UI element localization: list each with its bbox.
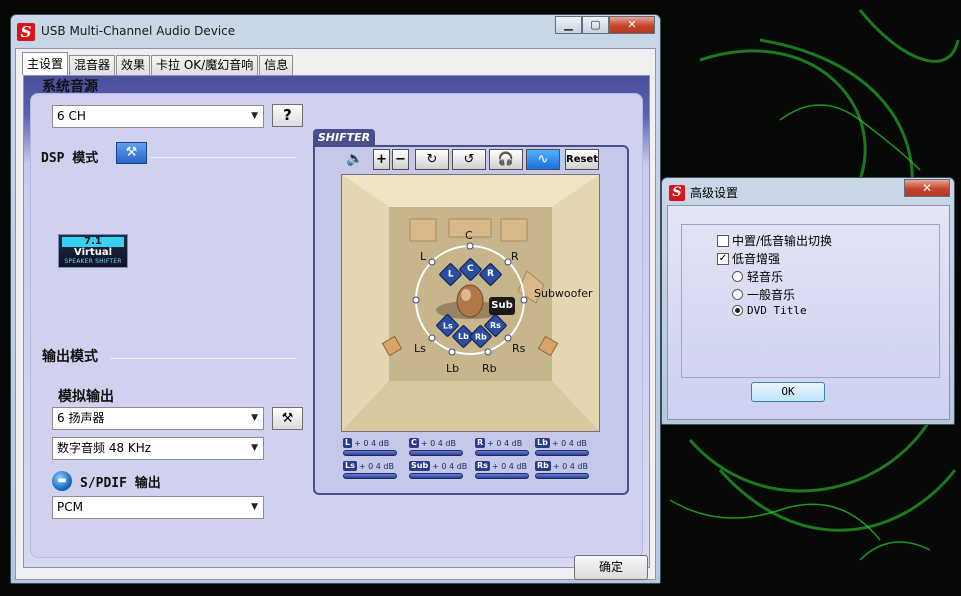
tab-karaoke[interactable]: 卡拉 OK/魔幻音响 bbox=[151, 55, 259, 75]
digital-audio-select[interactable]: 数字音频 48 KHz ▼ bbox=[52, 437, 264, 460]
channel-slider-sub[interactable]: Sub + 0 4 dB bbox=[409, 461, 467, 483]
divider bbox=[110, 358, 297, 359]
digital-audio-value: 数字音频 48 KHz bbox=[57, 441, 152, 455]
slider-track[interactable] bbox=[409, 450, 463, 456]
dsp-mode-heading: DSP 模式 bbox=[41, 151, 99, 166]
maximize-button[interactable]: ▢ bbox=[582, 16, 609, 34]
channel-slider-l[interactable]: L + 0 4 dB bbox=[343, 438, 399, 460]
rotate-clockwise-button[interactable]: ↻ bbox=[415, 149, 449, 170]
slider-track[interactable] bbox=[343, 473, 397, 479]
slider-track[interactable] bbox=[409, 473, 463, 479]
channel-slider-r[interactable]: R + 0 4 dB bbox=[475, 438, 531, 460]
option-dvd-title[interactable]: DVD Title bbox=[732, 304, 807, 317]
spdif-select[interactable]: PCM ▼ bbox=[52, 496, 264, 519]
title-bar[interactable]: S USB Multi-Channel Audio Device ▁ ▢ ✕ bbox=[11, 15, 660, 49]
spdif-value: PCM bbox=[57, 500, 83, 514]
channel-slider-rs[interactable]: Rs + 0 4 dB bbox=[475, 461, 531, 483]
zoom-in-button[interactable]: + bbox=[373, 149, 390, 170]
app-logo-icon: S bbox=[17, 23, 35, 41]
option-light-music[interactable]: 轻音乐 bbox=[732, 268, 783, 285]
speaker-volume-icon[interactable]: 🔈 bbox=[346, 151, 363, 167]
app-logo-icon: S bbox=[669, 185, 685, 201]
slider-track[interactable] bbox=[535, 473, 589, 479]
chevron-down-icon: ▼ bbox=[251, 111, 258, 121]
reset-button[interactable]: Reset bbox=[565, 149, 599, 170]
system-source-value: 6 CH bbox=[57, 109, 86, 123]
output-mode-heading: 输出模式 bbox=[42, 349, 98, 365]
speaker-label-lb: Lb bbox=[446, 362, 460, 375]
option-center-bass-swap[interactable]: 中置/低音输出切换 bbox=[717, 232, 832, 249]
advanced-settings-button[interactable]: ⚒ bbox=[272, 407, 303, 430]
caption-buttons: ▁ ▢ ✕ bbox=[555, 16, 655, 34]
node-sub[interactable]: Sub bbox=[489, 297, 515, 315]
close-button[interactable]: ✕ bbox=[609, 16, 655, 34]
chevron-down-icon: ▼ bbox=[251, 502, 258, 512]
tab-effects[interactable]: 效果 bbox=[116, 55, 151, 75]
speaker-label-c: C bbox=[465, 229, 473, 242]
radio-button[interactable] bbox=[732, 289, 743, 300]
hammer-icon: ⚒ bbox=[281, 411, 294, 426]
speaker-label-r: R bbox=[511, 250, 519, 263]
spdif-icon[interactable]: ▬ bbox=[52, 471, 72, 491]
zoom-out-button[interactable]: − bbox=[392, 149, 409, 170]
wave-mode-button[interactable]: ∿ bbox=[526, 149, 560, 170]
system-source-heading: 系统音源 bbox=[42, 79, 98, 95]
channel-slider-rb[interactable]: Rb + 0 4 dB bbox=[535, 461, 591, 483]
spdif-output-heading: S/PDIF 输出 bbox=[80, 476, 161, 491]
checkbox-checked[interactable]: ✓ bbox=[717, 252, 729, 265]
option-general-music[interactable]: 一般音乐 bbox=[732, 286, 795, 303]
checkbox[interactable] bbox=[717, 234, 729, 247]
rotate-cw-icon: ↻ bbox=[426, 152, 438, 167]
minimize-button[interactable]: ▁ bbox=[555, 16, 582, 34]
divider bbox=[150, 157, 297, 158]
headphone-icon: 🎧 bbox=[497, 152, 515, 167]
system-source-select[interactable]: 6 CH ▼ bbox=[52, 105, 264, 128]
analog-output-heading: 模拟输出 bbox=[58, 389, 114, 405]
radio-button[interactable] bbox=[732, 271, 743, 282]
room-graphic bbox=[342, 175, 599, 431]
slider-track[interactable] bbox=[475, 473, 529, 479]
tab-info[interactable]: 信息 bbox=[259, 55, 294, 75]
rotate-counterclockwise-button[interactable]: ↺ bbox=[452, 149, 486, 170]
speaker-label-rb: Rb bbox=[482, 362, 497, 375]
wave-icon: ∿ bbox=[537, 152, 549, 167]
speaker-label-ls: Ls bbox=[414, 342, 426, 355]
hammer-icon: ⚒ bbox=[125, 145, 138, 160]
rotate-ccw-icon: ↺ bbox=[463, 152, 475, 167]
dsp-settings-button[interactable]: ⚒ bbox=[116, 142, 147, 164]
dialog-close-button[interactable]: ✕ bbox=[904, 179, 950, 197]
help-button[interactable]: ? bbox=[272, 104, 303, 127]
channel-slider-c[interactable]: C + 0 4 dB bbox=[409, 438, 465, 460]
radio-button-selected[interactable] bbox=[732, 305, 743, 316]
speaker-label-rs: Rs bbox=[512, 342, 526, 355]
speaker-label-subwoofer: Subwoofer bbox=[534, 287, 593, 300]
speaker-label-l: L bbox=[420, 250, 427, 263]
option-bass-boost[interactable]: ✓ 低音增强 bbox=[717, 250, 780, 267]
chevron-down-icon: ▼ bbox=[251, 443, 258, 453]
speaker-count-value: 6 扬声器 bbox=[57, 411, 105, 425]
confirm-button[interactable]: 确定 bbox=[574, 555, 648, 580]
channel-slider-ls[interactable]: Ls + 0 4 dB bbox=[343, 461, 399, 483]
window-title: USB Multi-Channel Audio Device bbox=[41, 24, 236, 38]
slider-track[interactable] bbox=[535, 450, 589, 456]
tab-main-settings[interactable]: 主设置 bbox=[22, 52, 69, 75]
tab-bar: 主设置 混音器 效果 卡拉 OK/魔幻音响 信息 bbox=[22, 52, 294, 75]
speaker-count-select[interactable]: 6 扬声器 ▼ bbox=[52, 407, 264, 430]
virtual-speaker-shifter-logo: 7.1 Virtual SPEAKER SHIFTER bbox=[58, 234, 128, 268]
dialog-ok-button[interactable]: OK bbox=[751, 382, 825, 402]
shifter-tab: SHIFTER bbox=[313, 129, 375, 146]
speaker-room-view[interactable] bbox=[341, 174, 600, 432]
slider-track[interactable] bbox=[475, 450, 529, 456]
chevron-down-icon: ▼ bbox=[251, 413, 258, 423]
dialog-title: 高级设置 bbox=[690, 186, 739, 200]
headphone-mode-button[interactable]: 🎧 bbox=[489, 149, 523, 170]
slider-track[interactable] bbox=[343, 450, 397, 456]
tab-mixer[interactable]: 混音器 bbox=[69, 55, 116, 75]
channel-slider-lb[interactable]: Lb + 0 4 dB bbox=[535, 438, 591, 460]
